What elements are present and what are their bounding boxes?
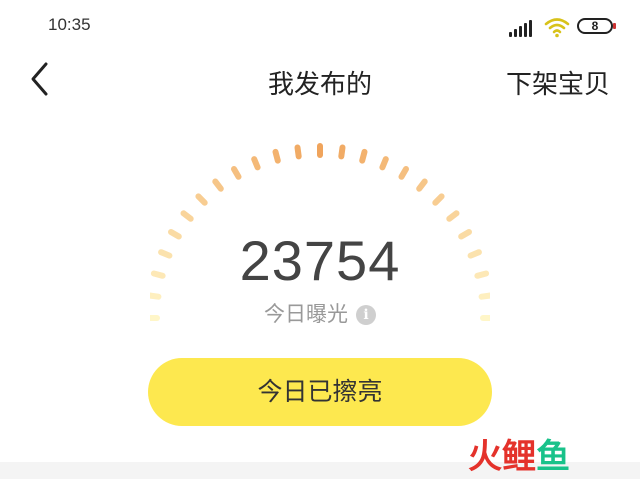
gauge-tick <box>231 166 242 180</box>
gauge-tick <box>379 156 389 171</box>
nav-bar: 我发布的 下架宝贝 <box>0 50 640 112</box>
exposure-label: 今日曝光 <box>264 302 348 326</box>
wifi-icon <box>544 18 570 38</box>
status-bar: 10:35 8 <box>0 0 640 50</box>
gauge-tick <box>478 292 490 300</box>
delist-items-button[interactable]: 下架宝贝 <box>506 64 610 101</box>
info-icon[interactable]: i <box>356 305 376 325</box>
gauge-tick <box>338 144 346 160</box>
watermark-char-3: 鱼 <box>536 437 570 477</box>
exposure-label-row: 今日曝光 i <box>0 298 640 328</box>
gauge-tick <box>251 156 261 171</box>
exposure-count: 23754 <box>239 229 401 292</box>
gauge-tick <box>359 148 368 164</box>
watermark-char-2: 鲤 <box>502 437 536 477</box>
gauge-tick <box>398 166 409 180</box>
watermark-logo: 火 鲤 鱼 <box>468 436 570 478</box>
watermark-char-1: 火 <box>468 437 502 477</box>
gauge-tick <box>416 178 428 192</box>
polish-today-button[interactable]: 今日已擦亮 <box>148 358 492 426</box>
gauge-tick <box>195 193 208 206</box>
gauge-tick <box>150 292 162 300</box>
gauge-tick <box>294 144 302 160</box>
gauge-tick <box>212 178 224 192</box>
battery-icon: 8 <box>577 18 616 34</box>
gauge-tick <box>180 210 194 222</box>
signal-icon <box>509 19 535 37</box>
status-time: 10:35 <box>48 15 91 34</box>
gauge-tick <box>272 148 281 164</box>
gauge-tick <box>446 210 460 222</box>
gauge-tick <box>432 193 445 206</box>
